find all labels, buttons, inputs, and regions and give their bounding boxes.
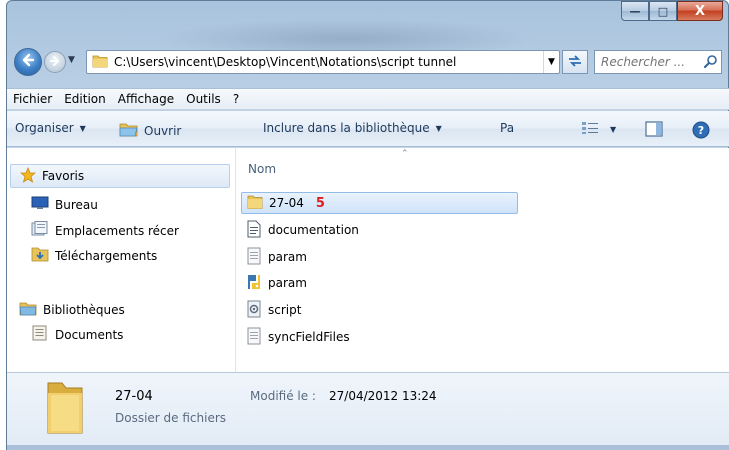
sidebar-item-label: Favoris — [42, 169, 85, 183]
recent-pages-dropdown-icon[interactable]: ▼ — [68, 55, 75, 65]
details-name: 27-04 — [115, 389, 153, 404]
file-name: 27-04 — [269, 196, 304, 210]
script-file-icon — [241, 300, 268, 321]
menu-outils[interactable]: Outils — [186, 92, 221, 106]
content-area: Favoris Bureau Emplacements récer Téléch… — [7, 148, 729, 372]
details-pane: 27-04 Dossier de fichiers Modifié le : 2… — [7, 372, 729, 445]
file-row-folder[interactable]: 27-04 5 — [241, 192, 518, 214]
text-file-icon — [241, 247, 268, 268]
file-row-param-text[interactable]: param — [241, 246, 517, 268]
address-path[interactable]: C:\Users\vincent\Desktop\Vincent\Notatio… — [114, 55, 543, 69]
folder-icon — [242, 194, 269, 213]
sidebar-item-label: Bibliothèques — [43, 302, 125, 317]
file-row-syncfieldfiles[interactable]: syncFieldFiles — [241, 326, 517, 348]
sidebar-item-recent-places[interactable]: Emplacements récer — [31, 221, 197, 240]
python-file-icon — [241, 273, 268, 294]
sidebar-item-label: Documents — [55, 327, 124, 342]
explorer-window: — □ X ▼ C:\Users\vincent\Desktop\Vincent… — [0, 0, 729, 450]
sidebar-item-desktop[interactable]: Bureau — [31, 196, 98, 213]
chevron-down-icon: ▼ — [610, 125, 617, 134]
help-icon: ? — [692, 121, 715, 142]
file-row-script[interactable]: script — [241, 299, 517, 321]
minimize-icon: — — [629, 4, 641, 18]
refresh-icon — [567, 54, 583, 70]
star-icon — [19, 166, 42, 186]
maximize-icon: □ — [657, 4, 669, 18]
search-icon[interactable] — [703, 54, 719, 70]
open-button[interactable]: Ouvrir — [119, 121, 181, 140]
menu-help[interactable]: ? — [233, 92, 239, 106]
details-modified-label: Modifié le : — [250, 389, 316, 403]
documents-icon — [31, 325, 55, 344]
refresh-button[interactable] — [562, 50, 588, 74]
chevron-down-icon: ▼ — [435, 123, 442, 133]
file-row-param-python[interactable]: param — [241, 272, 517, 294]
preview-pane-icon — [645, 121, 668, 140]
share-label: Pa — [500, 121, 515, 135]
menu-bar: Fichier Edition Affichage Outils ? — [7, 88, 729, 110]
view-options-button[interactable]: ▼ — [581, 121, 616, 138]
downloads-folder-icon — [31, 246, 55, 265]
recent-places-icon — [31, 221, 55, 240]
organise-button[interactable]: Organiser ▼ — [15, 121, 86, 135]
folder-icon — [92, 54, 108, 71]
organise-label: Organiser — [15, 121, 74, 135]
forward-button[interactable] — [44, 51, 66, 73]
view-list-icon — [581, 121, 604, 138]
help-button[interactable]: ? — [692, 121, 715, 142]
sidebar-item-label: Téléchargements — [55, 248, 158, 263]
annotation-label: 5 — [315, 195, 325, 211]
file-name: param — [268, 276, 307, 290]
menu-affichage[interactable]: Affichage — [118, 92, 174, 106]
include-label: Inclure dans la bibliothèque — [263, 121, 430, 135]
large-folder-icon — [45, 379, 85, 440]
file-name: script — [268, 303, 302, 317]
text-document-icon — [241, 220, 268, 241]
file-list: ⌃ Nom 27-04 5 documentation param param … — [236, 148, 729, 372]
sidebar-item-libraries[interactable]: Bibliothèques — [19, 300, 125, 319]
navigation-bar: ▼ C:\Users\vincent\Desktop\Vincent\Notat… — [14, 47, 724, 76]
share-button[interactable]: Pa — [500, 121, 514, 135]
sidebar-item-documents[interactable]: Documents — [31, 325, 123, 344]
address-bar[interactable]: C:\Users\vincent\Desktop\Vincent\Notatio… — [86, 50, 560, 74]
maximize-button[interactable]: □ — [649, 1, 677, 21]
close-button[interactable]: X — [677, 1, 723, 21]
file-name: param — [268, 250, 307, 264]
desktop-icon — [31, 196, 55, 213]
address-dropdown-icon[interactable]: ▼ — [543, 51, 559, 73]
sidebar-item-favorites[interactable]: Favoris — [10, 164, 230, 188]
navigation-pane: Favoris Bureau Emplacements récer Téléch… — [7, 148, 236, 372]
file-name: documentation — [268, 223, 359, 237]
open-folder-icon — [119, 121, 144, 140]
search-input[interactable] — [601, 55, 701, 69]
open-label: Ouvrir — [144, 123, 182, 138]
sidebar-item-label: Bureau — [55, 197, 98, 212]
forward-arrow-icon — [49, 55, 61, 70]
chevron-down-icon: ▼ — [79, 123, 86, 133]
command-bar: Organiser ▼ Ouvrir Inclure dans la biblio… — [7, 111, 729, 147]
back-button[interactable] — [14, 48, 42, 76]
sidebar-item-label: Emplacements récer — [55, 223, 179, 238]
details-modified-value: 27/04/2012 13:24 — [329, 389, 437, 403]
column-header-name[interactable]: Nom — [248, 162, 276, 176]
include-library-button[interactable]: Inclure dans la bibliothèque ▼ — [263, 121, 442, 135]
menu-edition[interactable]: Edition — [64, 92, 106, 106]
sidebar-item-downloads[interactable]: Téléchargements — [31, 246, 157, 265]
preview-pane-button[interactable] — [645, 121, 668, 140]
window-bottom-border — [7, 445, 729, 450]
caption-buttons: — □ X — [621, 1, 723, 21]
svg-text:?: ? — [698, 124, 704, 137]
details-type: Dossier de fichiers — [115, 411, 227, 425]
file-row-documentation[interactable]: documentation — [241, 219, 517, 241]
sort-ascending-icon: ⌃ — [401, 149, 409, 159]
close-icon: X — [694, 3, 706, 19]
menu-fichier[interactable]: Fichier — [13, 92, 52, 106]
text-file-icon — [241, 327, 268, 348]
search-box[interactable] — [594, 50, 722, 74]
minimize-button[interactable]: — — [621, 1, 649, 21]
libraries-icon — [19, 300, 43, 319]
back-arrow-icon — [21, 53, 35, 71]
file-name: syncFieldFiles — [268, 330, 350, 344]
